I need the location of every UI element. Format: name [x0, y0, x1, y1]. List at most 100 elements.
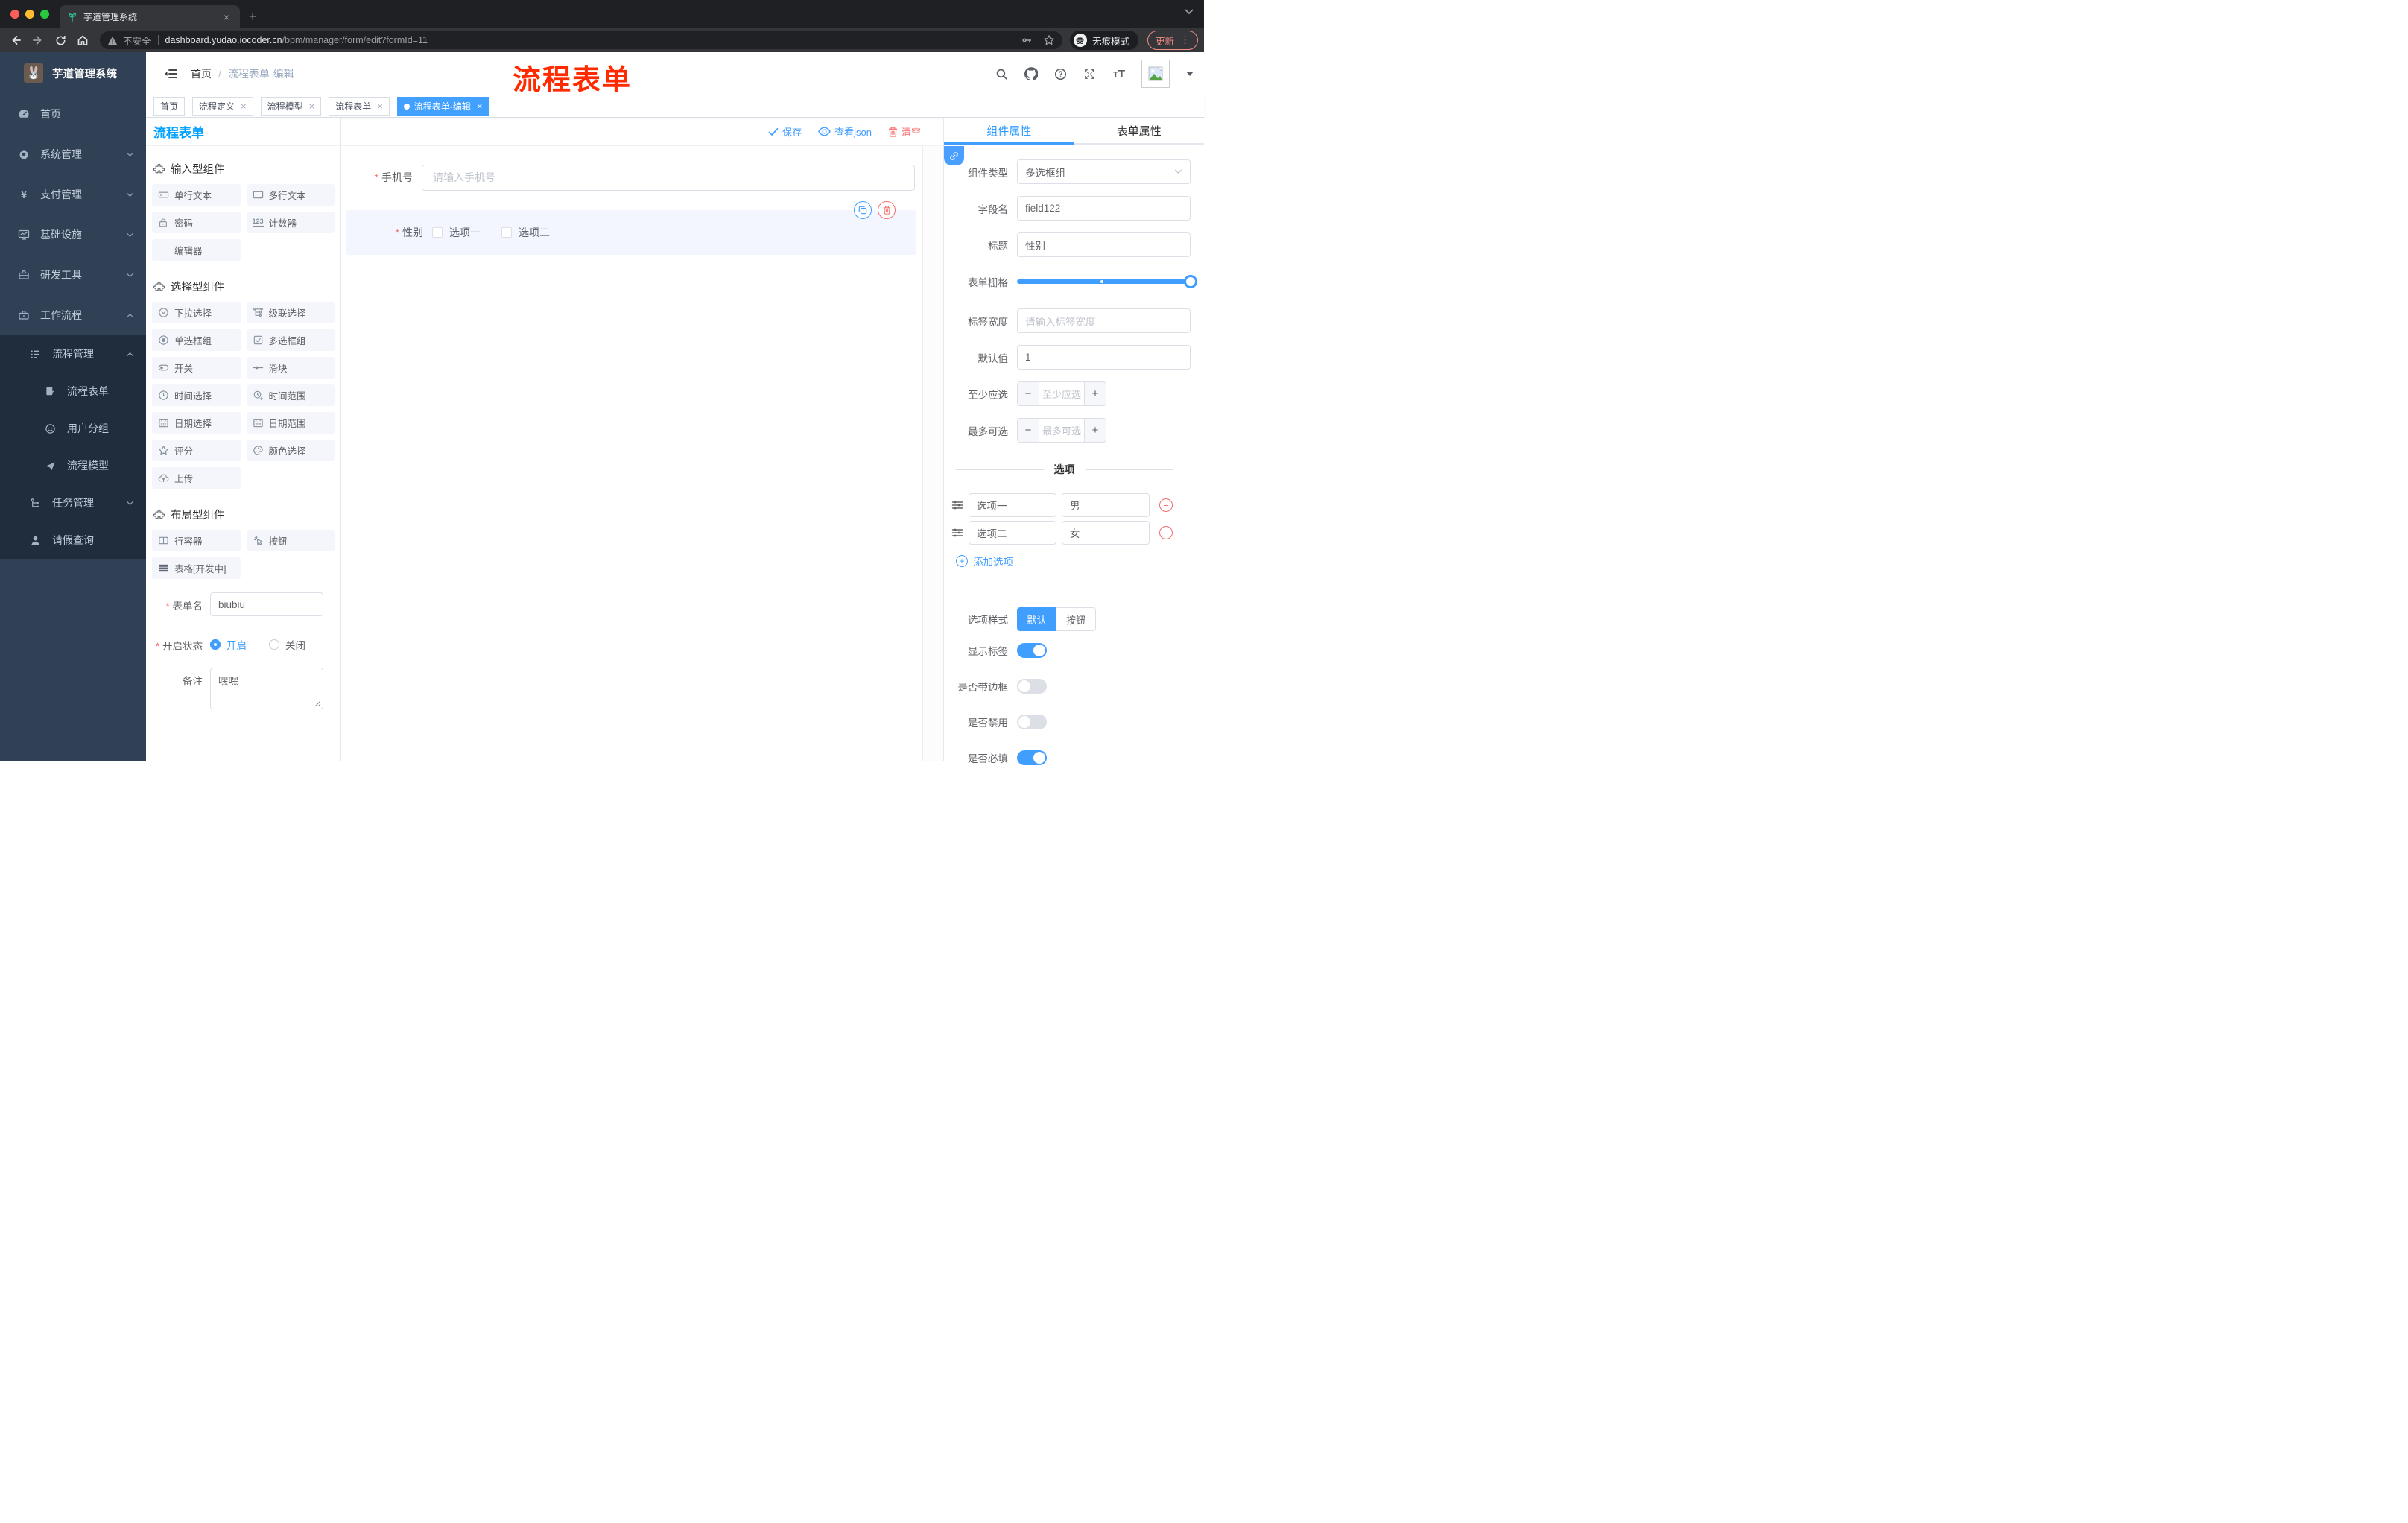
bookmark-star-icon[interactable]: [1043, 34, 1055, 46]
drawing-board[interactable]: 手机号 请输入手机号 性别 选项一 选项二: [341, 146, 922, 762]
reload-icon[interactable]: [51, 31, 70, 50]
option-value-input[interactable]: 男: [1062, 493, 1150, 517]
duplicate-field-button[interactable]: [854, 201, 872, 219]
tag-process-form-edit[interactable]: 流程表单-编辑 ×: [396, 96, 489, 116]
remove-option-button[interactable]: −: [1159, 498, 1173, 512]
tag-close-icon[interactable]: ×: [309, 101, 315, 112]
radio-on[interactable]: [210, 639, 221, 650]
field-phone-input[interactable]: 请输入手机号: [422, 164, 915, 191]
sidebar-item-home[interactable]: 首页: [0, 94, 146, 134]
sidebar-fold-icon[interactable]: [156, 68, 185, 80]
add-option-button[interactable]: + 添加选项: [956, 554, 1191, 569]
increase-button[interactable]: +: [1084, 382, 1106, 405]
label-width-input[interactable]: 请输入标签宽度: [1017, 308, 1191, 333]
checkbox-icon[interactable]: [432, 227, 443, 238]
search-icon[interactable]: [995, 68, 1008, 80]
drag-handle-icon[interactable]: [951, 499, 963, 511]
tab-form-props[interactable]: 表单属性: [1074, 118, 1205, 143]
palette-item-date-picker[interactable]: 日期选择: [152, 412, 241, 434]
sidebar-item-system[interactable]: 系统管理: [0, 134, 146, 174]
address-bar[interactable]: 不安全 dashboard.yudao.iocoder.cn/bpm/manag…: [100, 31, 1062, 49]
checkbox-icon[interactable]: [501, 227, 512, 238]
option-label-input[interactable]: 选项一: [969, 493, 1056, 517]
tab-component-props[interactable]: 组件属性: [944, 118, 1074, 145]
option-value-input[interactable]: 女: [1062, 521, 1150, 545]
palette-item-editor[interactable]: 编辑器: [152, 239, 241, 261]
drag-handle-icon[interactable]: [951, 527, 963, 539]
sidebar-item-process-model[interactable]: 流程模型: [0, 447, 146, 484]
window-controls[interactable]: [0, 0, 60, 28]
tag-process-definition[interactable]: 流程定义 ×: [192, 96, 253, 116]
field-gender-selected[interactable]: 性别 选项一 选项二: [346, 201, 916, 255]
browser-tab[interactable]: 芋道管理系统 ×: [60, 5, 240, 28]
github-icon[interactable]: [1024, 67, 1039, 80]
palette-item-radio-group[interactable]: 单选框组: [152, 329, 241, 351]
tab-close-icon[interactable]: ×: [221, 11, 232, 23]
checkbox-option-2[interactable]: 选项二: [501, 225, 550, 240]
disabled-switch[interactable]: [1017, 715, 1047, 729]
decrease-button[interactable]: −: [1018, 382, 1039, 405]
sidebar-item-devtools[interactable]: 研发工具: [0, 255, 146, 295]
tag-home[interactable]: 首页: [153, 96, 186, 116]
new-tab-button[interactable]: +: [240, 5, 266, 28]
sidebar-item-infra[interactable]: 基础设施: [0, 215, 146, 255]
remove-option-button[interactable]: −: [1159, 526, 1173, 539]
style-button-button[interactable]: 按钮: [1056, 607, 1096, 631]
sidebar-item-workflow[interactable]: 工作流程: [0, 295, 146, 335]
radio-off-label[interactable]: 关闭: [285, 637, 305, 652]
tag-process-form[interactable]: 流程表单 ×: [329, 96, 390, 116]
palette-item-slider[interactable]: 滑块: [246, 357, 335, 379]
show-label-switch[interactable]: [1017, 643, 1047, 658]
style-default-button[interactable]: 默认: [1017, 607, 1056, 631]
minimize-window-button[interactable]: [25, 10, 34, 19]
font-size-icon[interactable]: тT: [1112, 68, 1125, 80]
palette-item-password[interactable]: 密码: [152, 212, 241, 233]
palette-item-time-picker[interactable]: 时间选择: [152, 384, 241, 406]
resize-handle-icon[interactable]: [314, 700, 321, 707]
slider-handle[interactable]: [1184, 274, 1197, 288]
required-switch[interactable]: [1017, 750, 1047, 765]
sidebar-item-task-mgmt[interactable]: 任务管理: [0, 484, 146, 522]
tag-close-icon[interactable]: ×: [477, 101, 483, 112]
min-select-value[interactable]: 至少应选: [1039, 382, 1084, 405]
slider-track[interactable]: [1017, 274, 1197, 288]
avatar-caret-icon[interactable]: [1186, 72, 1194, 76]
option-label-input[interactable]: 选项二: [969, 521, 1056, 545]
palette-item-table[interactable]: 表格[开发中]: [152, 557, 241, 579]
forward-icon[interactable]: [28, 31, 48, 50]
palette-item-cascader[interactable]: 级联选择: [246, 302, 335, 323]
field-name-input[interactable]: field122: [1017, 196, 1191, 221]
tag-process-model[interactable]: 流程模型 ×: [260, 96, 322, 116]
fullscreen-icon[interactable]: [1083, 68, 1096, 80]
close-window-button[interactable]: [10, 10, 19, 19]
component-type-select[interactable]: 多选框组: [1017, 159, 1191, 184]
sidebar-item-payment[interactable]: ¥ 支付管理: [0, 174, 146, 215]
tag-close-icon[interactable]: ×: [241, 101, 247, 112]
palette-item-select[interactable]: 下拉选择: [152, 302, 241, 323]
link-tag[interactable]: [944, 146, 964, 165]
palette-item-single-text[interactable]: 单行文本: [152, 184, 241, 206]
breadcrumb-root[interactable]: 首页: [191, 66, 212, 81]
delete-field-button[interactable]: [878, 201, 896, 219]
tab-search-chevron-icon[interactable]: [1185, 9, 1194, 15]
palette-item-checkbox-group[interactable]: 多选框组: [246, 329, 335, 351]
maximize-window-button[interactable]: [40, 10, 49, 19]
palette-item-button[interactable]: 按钮: [246, 530, 335, 551]
clear-button[interactable]: 清空: [888, 124, 921, 139]
palette-item-time-range[interactable]: 时间范围: [246, 384, 335, 406]
palette-item-counter[interactable]: 123 计数器: [246, 212, 335, 233]
browser-menu-icon[interactable]: ⋮: [1180, 34, 1190, 46]
form-remark-textarea[interactable]: 嘿嘿: [210, 668, 323, 709]
sidebar-item-user-group[interactable]: 用户分组: [0, 410, 146, 447]
decrease-button[interactable]: −: [1018, 419, 1039, 442]
max-select-value[interactable]: 最多可选: [1039, 419, 1084, 442]
radio-on-label[interactable]: 开启: [226, 637, 247, 652]
form-name-input[interactable]: biubiu: [210, 592, 323, 616]
checkbox-option-1[interactable]: 选项一: [432, 225, 481, 240]
view-json-button[interactable]: 查看json: [818, 124, 872, 139]
back-icon[interactable]: [6, 31, 25, 50]
field-phone[interactable]: 手机号 请输入手机号: [346, 155, 916, 200]
default-value-input[interactable]: 1: [1017, 345, 1191, 370]
palette-item-upload[interactable]: 上传: [152, 467, 241, 489]
palette-item-date-range[interactable]: 日期范围: [246, 412, 335, 434]
